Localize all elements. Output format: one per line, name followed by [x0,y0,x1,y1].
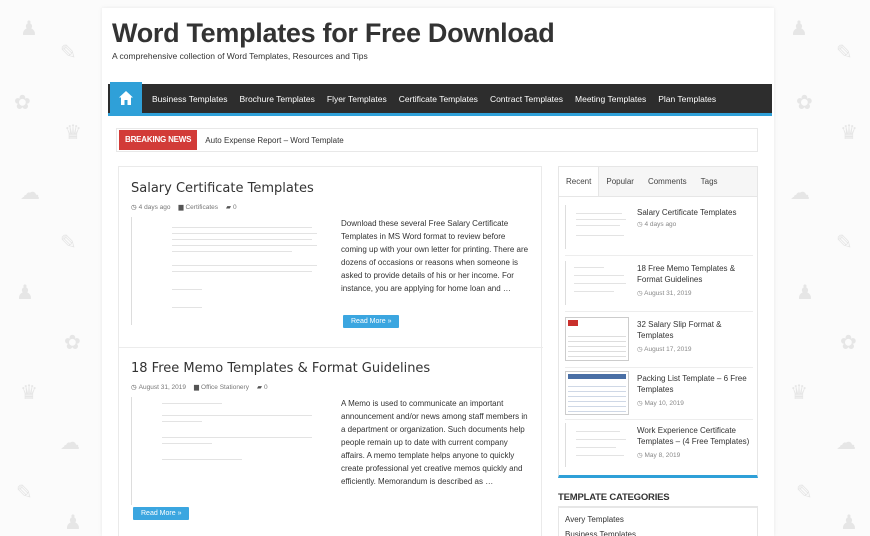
read-more-button[interactable]: Read More » [133,507,190,520]
post-meta: ◷ August 31, 2019 ▆ Office Stationery ▰ 0 [131,383,268,391]
sidebar-post-date: ◷ August 17, 2019 [637,346,692,353]
sidebar-post-date: ◷ August 31, 2019 [637,290,692,297]
breaking-news-label: BREAKING NEWS [119,130,198,150]
tab-comments[interactable]: Comments [641,167,694,196]
category-link[interactable]: Avery Templates [565,512,751,527]
nav-item-business-templates[interactable]: Business Templates [152,94,227,104]
sidebar-post-item[interactable]: 32 Salary Slip Format & Templates ◷ Augu… [565,317,753,369]
site-title[interactable]: Word Templates for Free Download [112,18,555,49]
page-container: Word Templates for Free Download A compr… [102,8,774,536]
sidebar-post-date: ◷ May 10, 2019 [637,400,684,407]
tab-recent[interactable]: Recent [559,167,600,196]
sidebar-divider [565,311,753,312]
nav-item-flyer-templates[interactable]: Flyer Templates [327,94,387,104]
nav-item-plan-templates[interactable]: Plan Templates [658,94,716,104]
category-link[interactable]: Business Templates [565,527,751,536]
home-icon [119,90,133,105]
sidebar-post-title[interactable]: 18 Free Memo Templates & Format Guidelin… [637,263,755,285]
breaking-news-link[interactable]: Auto Expense Report – Word Template [205,136,343,145]
sidebar-divider [565,419,753,420]
post-title[interactable]: 18 Free Memo Templates & Format Guidelin… [131,361,430,376]
sidebar-post-thumbnail[interactable] [565,423,629,467]
sidebar-divider [565,255,753,256]
post-date: ◷ August 31, 2019 [131,384,187,391]
sidebar-post-title[interactable]: Work Experience Certificate Templates – … [637,425,755,447]
nav-item-contract-templates[interactable]: Contract Templates [490,94,563,104]
sidebar-post-title[interactable]: 32 Salary Slip Format & Templates [637,319,755,341]
comment-icon: ▰ [226,204,231,211]
sidebar-post-item[interactable]: Packing List Template – 6 Free Templates… [565,371,753,423]
read-more-button[interactable]: Read More » [343,315,400,328]
post-list: Salary Certificate Templates ◷ 4 days ago… [118,166,543,536]
nav-item-certificate-templates[interactable]: Certificate Templates [399,94,478,104]
sidebar-post-thumbnail[interactable] [565,371,629,415]
post-category[interactable]: ▆ Office Stationery [194,383,249,391]
categories-list: Avery Templates Business Templates [558,506,758,536]
post-title[interactable]: Salary Certificate Templates [131,181,314,196]
clock-icon: ◷ [131,384,137,391]
tab-tags[interactable]: Tags [694,167,725,196]
sidebar-post-thumbnail[interactable] [565,261,629,305]
post-divider [119,347,543,348]
sidebar-post-title[interactable]: Packing List Template – 6 Free Templates [637,373,755,395]
sidebar-post-date: ◷ 4 days ago [637,221,677,228]
main-nav: Business Templates Brochure Templates Fl… [108,81,772,116]
site-tagline: A comprehensive collection of Word Templ… [112,51,368,61]
sidebar-post-item[interactable]: 18 Free Memo Templates & Format Guidelin… [565,261,753,313]
sidebar-post-thumbnail[interactable] [565,317,629,361]
sidebar-post-item[interactable]: Work Experience Certificate Templates – … [565,423,753,475]
post-comments[interactable]: ▰ 0 [257,383,268,391]
post-excerpt: A Memo is used to communicate an importa… [341,399,528,486]
folder-icon: ▆ [194,384,200,391]
sidebar-post-title[interactable]: Salary Certificate Templates [637,207,755,218]
sidebar-post-thumbnail[interactable] [565,205,629,249]
clock-icon: ◷ [131,204,137,211]
sidebar-divider [565,367,753,368]
post-category[interactable]: ▆ Certificates [178,203,218,211]
nav-item-meeting-templates[interactable]: Meeting Templates [575,94,646,104]
sidebar-post-date: ◷ May 8, 2019 [637,452,681,459]
nav-item-brochure-templates[interactable]: Brochure Templates [239,94,314,104]
post-thumbnail[interactable] [131,397,327,505]
post-comments[interactable]: ▰ 0 [226,203,237,211]
post-date: ◷ 4 days ago [131,204,171,211]
post-thumbnail[interactable] [131,217,327,325]
sidebar-post-item[interactable]: Salary Certificate Templates ◷ 4 days ag… [565,205,753,257]
home-button[interactable] [110,81,142,114]
breaking-news-bar: BREAKING NEWS Auto Expense Report – Word… [116,128,758,152]
tab-popular[interactable]: Popular [599,167,641,196]
post-meta: ◷ 4 days ago ▆ Certificates ▰ 0 [131,203,237,211]
sidebar-tabs-widget: Recent Popular Comments Tags Salary Cert… [558,166,758,478]
comment-icon: ▰ [256,384,262,391]
folder-icon: ▆ [178,204,184,211]
sidebar-tab-bar: Recent Popular Comments Tags [559,167,757,197]
post-excerpt: Download these several Free Salary Certi… [341,219,529,293]
